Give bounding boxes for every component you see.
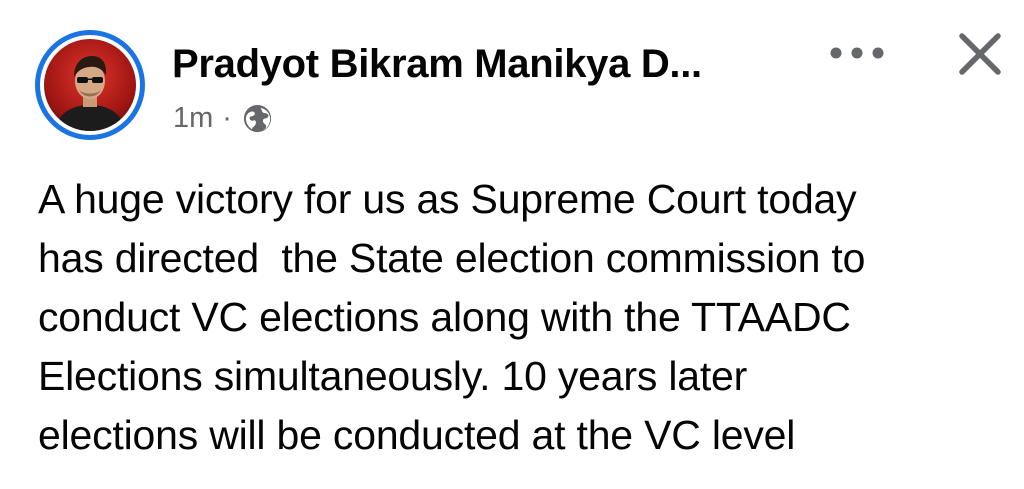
post-meta: 1m · — [173, 98, 273, 138]
close-icon — [959, 33, 1001, 75]
close-button[interactable] — [950, 24, 1010, 84]
more-horizontal-icon — [830, 47, 884, 59]
post-timestamp[interactable]: 1m — [173, 98, 213, 138]
avatar-image — [44, 39, 136, 131]
meta-separator: · — [222, 102, 232, 134]
globe-icon — [243, 104, 272, 132]
post-body-text: A huge victory for us as Supreme Court t… — [38, 176, 866, 458]
author-name[interactable]: Pradyot Bikram Manikya D... — [172, 40, 702, 88]
facebook-post: Pradyot Bikram Manikya D... 1m · A huge … — [0, 0, 1024, 489]
more-options-button[interactable] — [822, 30, 892, 76]
profile-avatar[interactable] — [35, 30, 145, 140]
